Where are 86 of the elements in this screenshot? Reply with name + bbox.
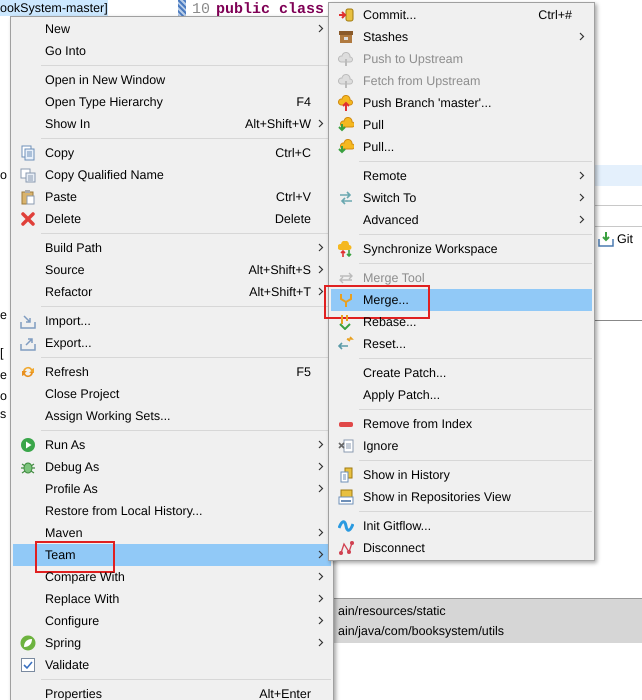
menu-item[interactable]: Profile As	[13, 478, 331, 500]
menu-item[interactable]: Team	[13, 544, 331, 566]
sync-icon	[338, 241, 354, 257]
disconnect-icon	[338, 540, 354, 556]
ignore-icon	[338, 438, 354, 454]
git-button[interactable]: Git	[598, 231, 633, 247]
cross-icon	[20, 211, 36, 227]
menu-item[interactable]: Close Project	[13, 383, 331, 405]
line-number: 10	[192, 0, 210, 18]
repository-icon	[338, 489, 354, 505]
clipboard-icon	[20, 189, 36, 205]
code-line: public class	[216, 0, 324, 18]
tree-item[interactable]: e	[0, 368, 7, 382]
menu-item[interactable]: Apply Patch...	[331, 384, 592, 406]
reset-icon	[338, 336, 354, 352]
menu-item[interactable]: Configure	[13, 610, 331, 632]
menu-item[interactable]: Refresh F5	[13, 361, 331, 383]
menu-item[interactable]: Show In Alt+Shift+W	[13, 113, 331, 135]
menu-item[interactable]: Show in History	[331, 464, 592, 486]
menu-item[interactable]: Commit... Ctrl+#	[331, 4, 592, 26]
menu-item[interactable]: Compare With	[13, 566, 331, 588]
menu-item[interactable]: Create Patch...	[331, 362, 592, 384]
menu-item[interactable]: Maven	[13, 522, 331, 544]
menu-item[interactable]: Pull...	[331, 136, 592, 158]
commit-icon	[338, 7, 354, 23]
menu-item[interactable]: Remote	[331, 165, 592, 187]
menu-item[interactable]: Go Into	[13, 40, 331, 62]
menu-item[interactable]: New	[13, 18, 331, 40]
checkmark-icon	[20, 657, 36, 673]
folder-path: ain/java/com/booksystem/utils	[337, 623, 506, 640]
menu-item[interactable]: Reset...	[331, 333, 592, 355]
menu-item[interactable]: Refactor Alt+Shift+T	[13, 281, 331, 303]
menu-item[interactable]: Run As	[13, 434, 331, 456]
switch-icon	[338, 190, 354, 206]
menu-item[interactable]: Disconnect	[331, 537, 592, 559]
menu-item[interactable]: Remove from Index	[331, 413, 592, 435]
menu-item[interactable]: Import...	[13, 310, 331, 332]
refresh-icon	[20, 364, 36, 380]
leaf-icon	[20, 635, 36, 651]
menu-item[interactable]: Replace With	[13, 588, 331, 610]
tree-item[interactable]: o	[0, 168, 7, 182]
arrows-icon	[338, 270, 354, 286]
cloud-upload-icon	[338, 95, 354, 111]
folder-path: ain/resources/static	[337, 603, 447, 620]
tree-item[interactable]: e	[0, 308, 7, 322]
menu-item[interactable]: Switch To	[331, 187, 592, 209]
import-icon	[20, 313, 36, 329]
menu-item[interactable]: Spring	[13, 632, 331, 654]
documents-icon	[20, 167, 36, 183]
import-icon	[598, 231, 614, 247]
menu-item[interactable]: Advanced	[331, 209, 592, 231]
menu-item[interactable]: Stashes	[331, 26, 592, 48]
menu-item[interactable]: Init Gitflow...	[331, 515, 592, 537]
menu-item[interactable]: Synchronize Workspace	[331, 238, 592, 260]
menu-item[interactable]: Source Alt+Shift+S	[13, 259, 331, 281]
tree-item[interactable]: [	[0, 346, 4, 360]
menu-item[interactable]: Show in Repositories View	[331, 486, 592, 508]
cloud-download-icon	[338, 139, 354, 155]
menu-item[interactable]: Restore from Local History...	[13, 500, 331, 522]
menu-item[interactable]: Validate	[13, 654, 331, 676]
menu-item[interactable]: Ignore	[331, 435, 592, 457]
menu-item[interactable]: Pull	[331, 114, 592, 136]
tree-item[interactable]: o	[0, 389, 7, 403]
menu-item[interactable]: Assign Working Sets...	[13, 405, 331, 427]
chest-icon	[338, 29, 354, 45]
menu-item[interactable]: Rebase...	[331, 311, 592, 333]
cloud-icon	[338, 51, 354, 67]
menu-item[interactable]: Push Branch 'master'...	[331, 92, 592, 114]
menu-item[interactable]: Build Path	[13, 237, 331, 259]
menu-item[interactable]: Copy Ctrl+C	[13, 142, 331, 164]
cloud-download-icon	[338, 117, 354, 133]
menu-item[interactable]: Copy Qualified Name	[13, 164, 331, 186]
menu-item[interactable]: Debug As	[13, 456, 331, 478]
menu-item[interactable]: Export...	[13, 332, 331, 354]
menu-item[interactable]: Open Type Hierarchy F4	[13, 91, 331, 113]
cloud-icon	[338, 73, 354, 89]
menu-item[interactable]: Delete Delete	[13, 208, 331, 230]
documents-icon	[338, 467, 354, 483]
play-icon	[20, 437, 36, 453]
wave-icon	[338, 518, 354, 534]
merge-icon	[338, 292, 354, 308]
menu-item[interactable]: Merge...	[331, 289, 592, 311]
menu-item[interactable]: Paste Ctrl+V	[13, 186, 331, 208]
tree-item[interactable]: s	[0, 407, 6, 421]
menu-item[interactable]: Open in New Window	[13, 69, 331, 91]
documents-icon	[20, 145, 36, 161]
